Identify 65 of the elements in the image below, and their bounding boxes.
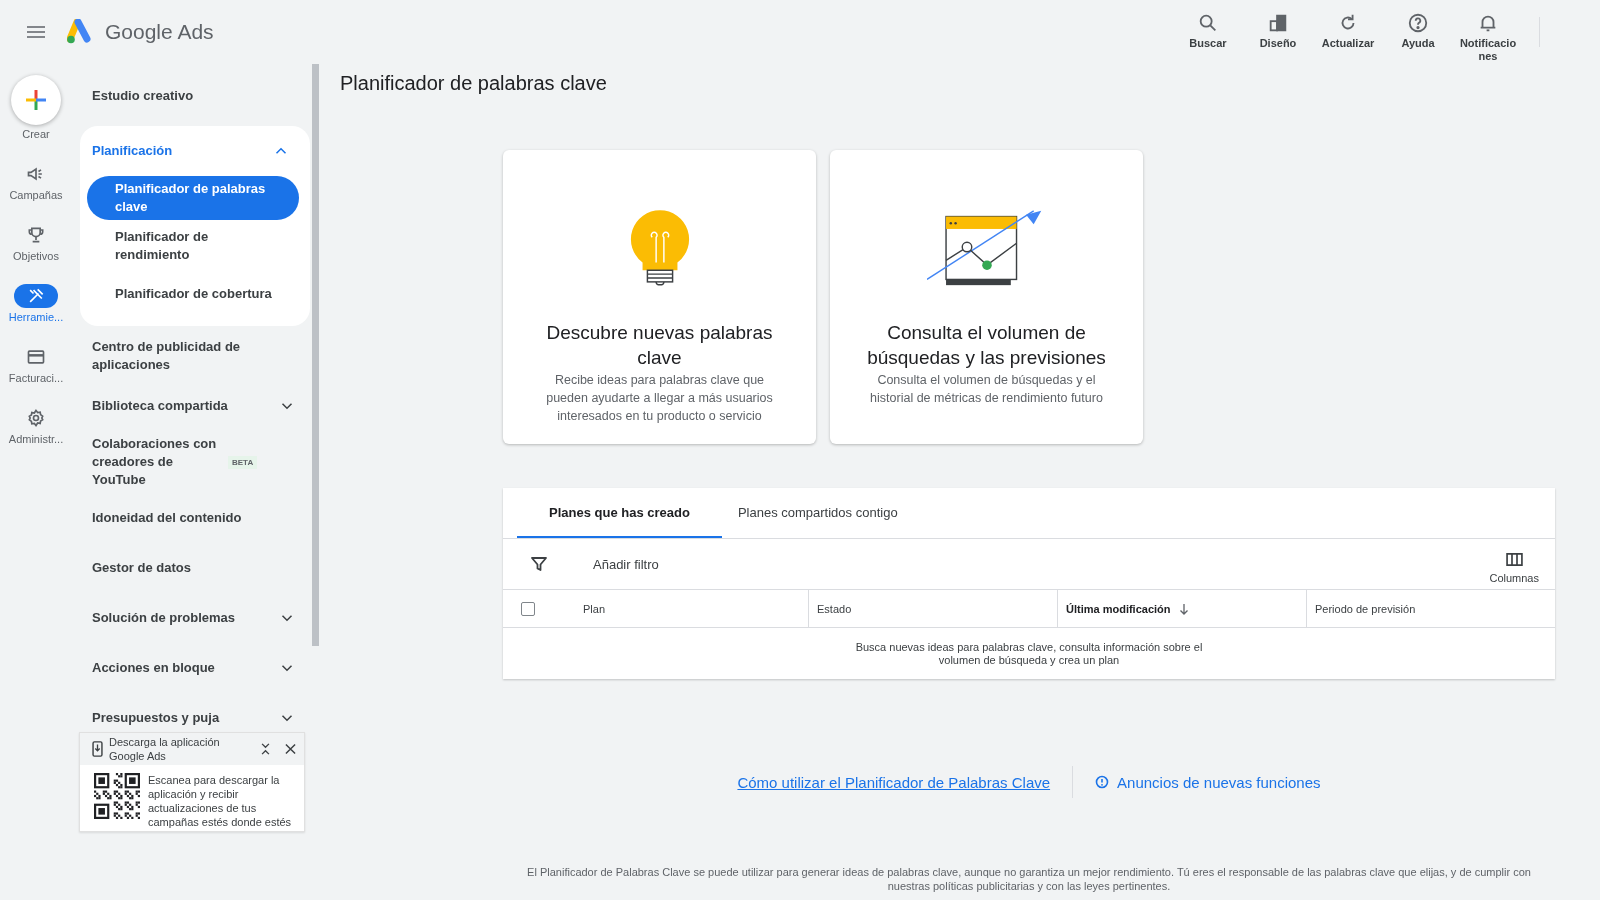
nav-item[interactable]: Idoneidad del contenido	[80, 493, 310, 543]
rail-item[interactable]: Facturaci...	[8, 345, 64, 406]
nav-group[interactable]: Planificación	[80, 126, 304, 176]
toolbar-button[interactable]: Diseño	[1243, 12, 1313, 72]
nav-item[interactable]: Colaboraciones con creadores de YouTube BETA	[80, 431, 310, 493]
page-title: Planificador de palabras clave	[340, 72, 608, 95]
close-icon[interactable]	[285, 743, 296, 755]
popup-title: Descarga la aplicación Google Ads	[109, 735, 221, 763]
toolbar-button[interactable]: Notificaciones	[1453, 12, 1523, 72]
arrow-down-icon	[1178, 602, 1189, 615]
columns-icon	[1505, 553, 1523, 566]
gear-icon	[26, 408, 46, 428]
nav-item[interactable]: Acciones en bloque	[80, 643, 310, 693]
create-button[interactable]	[11, 75, 61, 125]
nav-subitem[interactable]: Planificador de palabras clave	[87, 176, 299, 220]
nav-item[interactable]: Gestor de datos	[80, 543, 310, 593]
popup-text: Escanea para descargar la aplicación y recibir actualizaciones de tus campañas estés donde estés	[148, 773, 293, 829]
phone-download-icon	[92, 741, 103, 757]
filter-icon[interactable]	[531, 556, 547, 572]
tab[interactable]: Planes compartidos contigo	[721, 488, 914, 538]
search-icon	[1197, 12, 1219, 34]
collapse-icon[interactable]	[260, 743, 271, 755]
announcements-link[interactable]: Anuncios de nuevas funciones	[1095, 773, 1321, 791]
rail-item[interactable]: Objetivos	[13, 223, 59, 284]
nav-subitem[interactable]: Planificador de rendimiento	[87, 224, 299, 268]
rail-item[interactable]: Herramie...	[8, 284, 64, 345]
rail-item[interactable]: Campañas	[9, 162, 63, 223]
toolbar-button[interactable]: Actualizar	[1313, 12, 1383, 72]
qr-code-icon	[94, 773, 140, 819]
add-filter-button[interactable]: Añadir filtro	[587, 555, 665, 573]
disclaimer-text: El Planificador de Palabras Clave se puede utilizar para generar ideas de palabras clave, aunque no garantiza un mejor rendimiento. Tú eres el responsable de las palabras clave que elijas, y de cumplir con nuestras políticas publicitarias y con las leyes pertinentes.	[526, 865, 1532, 893]
card-description: Consulta el volumen de búsquedas y el historial de métricas de rendimiento futuro	[869, 372, 1104, 407]
info-icon	[1095, 775, 1110, 789]
beta-badge: BETA	[228, 455, 258, 469]
help-link[interactable]: Cómo utilizar el Planificador de Palabras Clave	[737, 773, 1051, 791]
option-card[interactable]: Consulta el volumen de búsquedas y las previsiones Consulta el volumen de búsquedas y el historial de métricas de rendimiento futuro	[830, 150, 1143, 444]
card-title: Descubre nuevas palabras clave	[545, 321, 774, 370]
help-icon	[1407, 12, 1429, 34]
nav-item[interactable]: Centro de publicidad de aplicaciones	[80, 331, 310, 381]
plus-icon	[24, 88, 48, 112]
rail-item[interactable]: Administr...	[8, 406, 64, 467]
scrollbar[interactable]	[312, 64, 319, 646]
column-header[interactable]: Última modificación	[1057, 590, 1306, 627]
empty-message: Busca nuevas ideas para palabras clave, consulta información sobre el volumen de búsqueda y crea un plan	[854, 641, 1204, 667]
trophy-icon	[26, 225, 46, 245]
layout-icon	[1267, 12, 1289, 34]
product-name: Google Ads	[105, 20, 214, 44]
option-card[interactable]: Descubre nuevas palabras clave Recibe ideas para palabras clave que pueden ayudarte a llegar a más usuarios interesados en tu producto o servicio	[503, 150, 816, 444]
card-title: Consulta el volumen de búsquedas y las previsiones	[866, 321, 1107, 370]
toolbar-button[interactable]: Buscar	[1173, 12, 1243, 72]
column-header[interactable]: Estado	[808, 590, 1057, 627]
select-all-checkbox[interactable]	[521, 601, 535, 616]
toolbar-button[interactable]: Ayuda	[1383, 12, 1453, 72]
create-label: Crear	[22, 128, 50, 140]
nav-item[interactable]: Estudio creativo	[80, 71, 310, 121]
card-description: Recibe ideas para palabras clave que pueden ayudarte a llegar a más usuarios interesados en tu producto o servicio	[545, 372, 774, 425]
column-header[interactable]: Periodo de previsión	[1306, 590, 1555, 627]
menu-icon[interactable]	[27, 26, 45, 38]
column-header[interactable]: Plan	[575, 590, 808, 627]
columns-button[interactable]: Columnas	[1483, 543, 1545, 585]
nav-item[interactable]: Biblioteca compartida	[80, 381, 310, 431]
tab[interactable]: Planes que has creado	[517, 488, 722, 538]
credit-card-icon	[26, 347, 46, 367]
nav-item[interactable]: Solución de problemas	[80, 593, 310, 643]
nav-subitem[interactable]: Planificador de cobertura	[87, 272, 299, 316]
